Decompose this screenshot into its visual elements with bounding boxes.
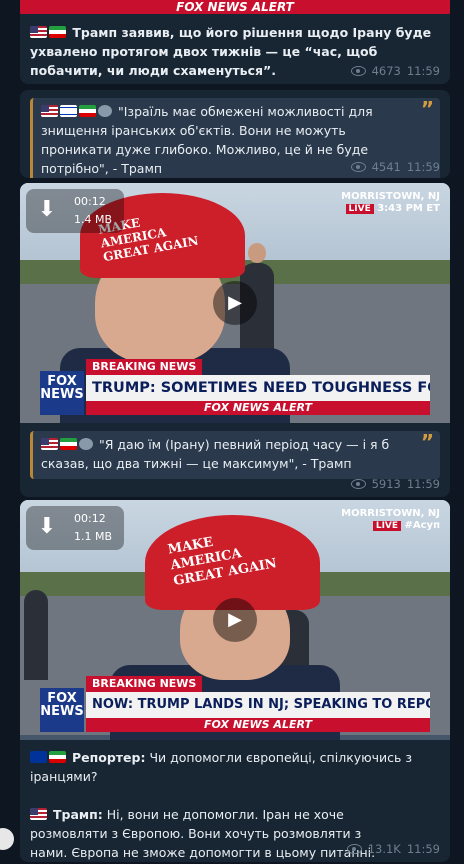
video-size: 1.1 MB	[74, 530, 113, 543]
message-4[interactable]: MAKE AMERICA GREAT AGAIN MORRISTOWN, NJ …	[20, 500, 450, 862]
views-icon	[350, 162, 366, 172]
download-chip[interactable]: ⬇ 00:12 1.4 MB	[26, 189, 124, 233]
speech-bubble-icon	[98, 105, 112, 117]
message-time: 11:59	[406, 64, 440, 78]
video-duration: 00:12	[74, 195, 106, 208]
fox-news-logo: FOX NEWS	[40, 371, 84, 415]
views-count: 4541	[371, 160, 401, 174]
iran-flag-icon	[49, 751, 66, 763]
location-tag: MORRISTOWN, NJ LIVE #Асуп	[341, 508, 440, 532]
headline-banner: NOW: TRUMP LANDS IN NJ; SPEAKING TO REPO…	[86, 692, 430, 718]
message-meta: 5913 11:59	[350, 477, 440, 491]
trump-label: Трамп:	[52, 807, 103, 822]
us-flag-icon	[30, 808, 47, 820]
quote-mark-icon: ”	[420, 430, 434, 454]
reporter-label: Репортер:	[71, 750, 146, 765]
clock-text: #Асуп	[404, 520, 440, 531]
iran-flag-icon	[79, 105, 96, 117]
us-flag-icon	[41, 438, 58, 450]
play-icon[interactable]: ▶	[213, 598, 257, 642]
eu-flag-icon	[30, 751, 47, 763]
iran-flag-icon	[49, 26, 66, 38]
message-2[interactable]: "Ізраїль має обмежені можливості для зни…	[20, 90, 450, 178]
video-player[interactable]: MAKE AMERICA GREAT AGAIN MORRISTOWN, NJ …	[20, 500, 450, 740]
fox-news-logo: FOX NEWS	[40, 688, 84, 732]
us-flag-icon	[41, 105, 58, 117]
scroll-down-button[interactable]	[0, 828, 14, 850]
headline-banner: TRUMP: SOMETIMES NEED TOUGHNESS FOR PEAC…	[86, 375, 430, 401]
breaking-news-label: BREAKING NEWS	[86, 359, 203, 375]
views-icon	[346, 844, 362, 854]
breaking-news-label: BREAKING NEWS	[86, 676, 203, 692]
fox-news-alert-label: FOX NEWS ALERT	[86, 718, 430, 732]
views-count: 13.1K	[367, 842, 401, 856]
live-badge: LIVE	[372, 521, 402, 531]
location-text: MORRISTOWN, NJ	[341, 191, 440, 202]
fox-news-alert-label: FOX NEWS ALERT	[86, 401, 430, 415]
views-icon	[350, 479, 366, 489]
video-player[interactable]: MAKE AMERICA GREAT AGAIN MORRISTOWN, NJ …	[20, 183, 450, 423]
download-chip[interactable]: ⬇ 00:12 1.1 MB	[26, 506, 124, 550]
message-time: 11:59	[406, 842, 440, 856]
message-time: 11:59	[406, 160, 440, 174]
download-icon[interactable]: ⬇	[36, 197, 58, 223]
views-count: 4673	[371, 64, 401, 78]
quote-text: "Я даю їм (Ірану) певний період часу — і…	[41, 437, 390, 471]
quote-block: "Я даю їм (Ірану) певний період часу — і…	[30, 431, 440, 479]
views-icon	[350, 66, 366, 76]
israel-flag-icon	[60, 105, 77, 117]
video-duration: 00:12	[74, 512, 106, 525]
message-3[interactable]: MAKE AMERICA GREAT AGAIN MORRISTOWN, NJ …	[20, 183, 450, 497]
reporter-line: Репортер: Чи допомогли європейці, спілку…	[20, 740, 450, 786]
views-count: 5913	[371, 477, 401, 491]
play-icon[interactable]: ▶	[213, 281, 257, 325]
message-time: 11:59	[406, 477, 440, 491]
location-tag: MORRISTOWN, NJ LIVE 3:43 PM ET	[341, 191, 440, 215]
message-meta: 13.1K 11:59	[346, 842, 440, 856]
quote-mark-icon: ”	[420, 97, 434, 121]
message-1[interactable]: Трамп заявив, що його рішення щодо Ірану…	[20, 14, 450, 84]
clock-text: 3:43 PM ET	[377, 203, 440, 214]
fox-news-alert-label: FOX NEWS ALERT	[176, 0, 294, 14]
video-size: 1.4 MB	[74, 213, 113, 226]
iran-flag-icon	[60, 438, 77, 450]
speech-bubble-icon	[79, 438, 93, 450]
live-badge: LIVE	[345, 204, 374, 214]
message-meta: 4673 11:59	[350, 64, 440, 78]
location-text: MORRISTOWN, NJ	[341, 508, 440, 519]
download-icon[interactable]: ⬇	[36, 514, 58, 540]
us-flag-icon	[30, 26, 47, 38]
message-meta: 4541 11:59	[350, 160, 440, 174]
